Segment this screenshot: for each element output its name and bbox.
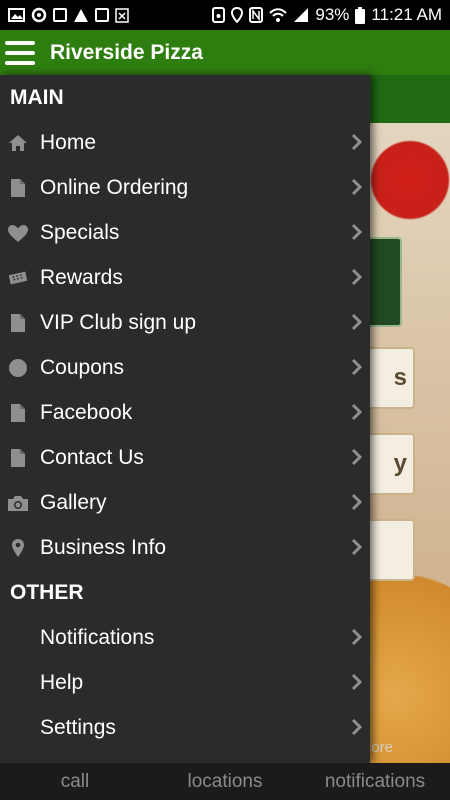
- drawer-item-label: Help: [40, 670, 84, 694]
- status-bar: 93% 11:21 AM: [0, 0, 450, 30]
- header-banner: [370, 75, 450, 123]
- save-icon: [212, 7, 226, 23]
- ticket-icon: [7, 267, 29, 289]
- navigation-drawer: MAIN Home Online Ordering Specials Rewar…: [0, 75, 370, 763]
- chevron-right-icon: [350, 626, 364, 648]
- chevron-right-icon: [350, 356, 364, 378]
- drawer-item-notifications[interactable]: Notifications: [0, 615, 370, 660]
- notifications-tab[interactable]: notifications: [300, 771, 450, 793]
- chevron-right-icon: [350, 311, 364, 333]
- drawer-item-label: Business Info: [40, 535, 167, 559]
- call-tab[interactable]: call: [0, 771, 150, 793]
- drawer-item-coupons[interactable]: Coupons: [0, 345, 370, 390]
- drawer-item-label: Online Ordering: [40, 175, 189, 199]
- bottom-bar: call locations notifications: [0, 763, 450, 800]
- drawer-item-specials[interactable]: Specials: [0, 210, 370, 255]
- drawer-item-business-info[interactable]: Business Info: [0, 525, 370, 570]
- camera-icon: [7, 492, 29, 514]
- drawer-item-label: Facebook: [40, 400, 133, 424]
- drawer-item-gallery[interactable]: Gallery: [0, 480, 370, 525]
- drawer-item-label: Notifications: [40, 625, 155, 649]
- locations-tab[interactable]: locations: [150, 771, 300, 793]
- flipboard-icon: [53, 8, 67, 22]
- drawer-item-label: VIP Club sign up: [40, 310, 197, 334]
- document-icon: [7, 447, 29, 469]
- chevron-right-icon: [350, 131, 364, 153]
- drawer-item-label: Home: [40, 130, 97, 154]
- document-icon: [7, 402, 29, 424]
- drawer-item-contact-us[interactable]: Contact Us: [0, 435, 370, 480]
- drawer-item-label: Specials: [40, 220, 120, 244]
- drawer-item-vip-club[interactable]: VIP Club sign up: [0, 300, 370, 345]
- drawer-item-settings[interactable]: Settings: [0, 705, 370, 750]
- app-bar: Riverside Pizza: [0, 30, 450, 75]
- menu-icon[interactable]: [5, 40, 35, 65]
- signal-icon: [294, 8, 309, 22]
- nfc-icon: [249, 7, 264, 23]
- clock: 11:21 AM: [371, 5, 442, 24]
- drawer-item-facebook[interactable]: Facebook: [0, 390, 370, 435]
- section-header-main: MAIN: [10, 85, 64, 109]
- flipboard-icon: [95, 8, 109, 22]
- drawer-item-help[interactable]: Help: [0, 660, 370, 705]
- chevron-right-icon: [350, 536, 364, 558]
- wifi-icon: [269, 7, 288, 22]
- chevron-right-icon: [350, 491, 364, 513]
- map-pin-icon: [7, 537, 29, 559]
- drawer-item-online-ordering[interactable]: Online Ordering: [0, 165, 370, 210]
- app-icon: [115, 7, 129, 23]
- chevron-right-icon: [350, 446, 364, 468]
- document-icon: [7, 312, 29, 334]
- chevron-right-icon: [350, 176, 364, 198]
- home-icon: [7, 132, 29, 154]
- drawer-item-label: Contact Us: [40, 445, 144, 469]
- drawer-item-label: Gallery: [40, 490, 107, 514]
- sync-icon: [31, 7, 47, 23]
- more-link[interactable]: lore: [368, 739, 393, 756]
- chevron-right-icon: [350, 266, 364, 288]
- drawer-item-label: Coupons: [40, 355, 125, 379]
- image-icon: [8, 8, 25, 22]
- circle-icon: [7, 357, 29, 379]
- app-title: Riverside Pizza: [50, 40, 203, 64]
- drawer-item-rewards[interactable]: Rewards: [0, 255, 370, 300]
- chevron-right-icon: [350, 221, 364, 243]
- section-header-other: OTHER: [10, 580, 84, 604]
- chevron-right-icon: [350, 716, 364, 738]
- heart-icon: [7, 222, 29, 244]
- battery-icon: [355, 6, 366, 24]
- battery-text: 93%: [315, 5, 350, 24]
- warning-icon: [74, 8, 88, 22]
- drawer-item-label: Rewards: [40, 265, 123, 289]
- document-icon: [7, 177, 29, 199]
- location-icon: [231, 7, 244, 23]
- drawer-item-label: Settings: [40, 715, 116, 739]
- drawer-item-home[interactable]: Home: [0, 120, 370, 165]
- chevron-right-icon: [350, 401, 364, 423]
- chevron-right-icon: [350, 671, 364, 693]
- system-icons: 93% 11:21 AM: [212, 5, 442, 25]
- notification-icons: [8, 7, 129, 23]
